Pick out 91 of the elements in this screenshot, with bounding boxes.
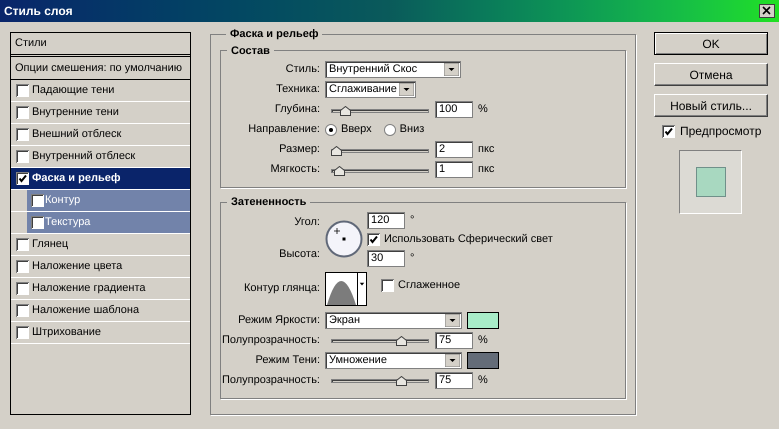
close-icon[interactable] — [759, 4, 775, 18]
field-label: Полупрозрачность: — [221, 372, 321, 388]
dropdown[interactable]: Внутренний Скос — [325, 61, 461, 78]
dropdown-arrow-icon[interactable] — [445, 314, 460, 326]
input-field[interactable]: 75 — [435, 372, 473, 388]
checkbox-label[interactable]: Сглаженное — [398, 277, 460, 294]
input-field[interactable]: 1 — [435, 161, 473, 178]
unit-label: пкс — [478, 142, 494, 158]
slider-thumb[interactable] — [340, 106, 351, 116]
list-item[interactable]: Штрихование — [11, 322, 190, 344]
group-title: Фаска и рельеф — [229, 27, 320, 42]
input-field[interactable]: 120 — [367, 212, 405, 228]
slider[interactable] — [331, 373, 429, 387]
checkbox[interactable] — [16, 304, 29, 317]
checkbox[interactable] — [16, 282, 29, 295]
field-label: Размер: — [278, 142, 321, 158]
field-label: Направление: — [247, 122, 321, 138]
checkbox[interactable] — [16, 172, 29, 185]
list-item[interactable]: Наложение градиента — [11, 278, 190, 300]
slider-thumb[interactable] — [331, 146, 342, 156]
field-label: Режим Яркости: — [237, 312, 321, 328]
field-label: Высота: — [278, 247, 321, 262]
slider-thumb[interactable] — [396, 336, 408, 346]
checkbox[interactable] — [367, 233, 380, 246]
field-label: Угол: — [293, 214, 321, 230]
dialog-button[interactable]: OK — [654, 32, 768, 55]
list-item[interactable]: Наложение шаблона — [11, 300, 190, 322]
input-field[interactable]: 30 — [367, 250, 405, 266]
dialog-button[interactable]: Отмена — [654, 63, 768, 86]
unit-label: ° — [410, 212, 414, 228]
checkbox[interactable] — [31, 194, 44, 207]
radio-button[interactable] — [384, 124, 396, 136]
dropdown-arrow-icon[interactable] — [445, 354, 460, 366]
field-label: Глубина: — [274, 102, 321, 118]
list-item[interactable]: Контур — [27, 190, 190, 211]
checkbox[interactable] — [662, 124, 675, 138]
section-title: Затененность — [230, 195, 308, 210]
field-label: Техника: — [275, 82, 321, 98]
contour-picker[interactable] — [325, 272, 367, 306]
list-item[interactable]: Падающие тени — [11, 80, 190, 102]
checkbox-label[interactable]: Предпросмотр — [680, 122, 762, 140]
checkbox[interactable] — [16, 238, 29, 251]
checkbox[interactable] — [16, 260, 29, 273]
list-header: Стили — [11, 33, 190, 57]
checkbox[interactable] — [31, 216, 44, 229]
window-title: Стиль слоя — [4, 3, 73, 20]
color-swatch[interactable] — [467, 352, 499, 368]
checkbox[interactable] — [16, 106, 29, 119]
field-label: Стиль: — [284, 62, 321, 78]
checkbox[interactable] — [16, 150, 29, 163]
color-swatch[interactable] — [467, 312, 499, 328]
checkbox[interactable] — [16, 326, 29, 339]
section-title: Состав — [230, 44, 271, 58]
checkbox-label[interactable]: Использовать Сферический свет — [384, 231, 553, 248]
slider-thumb[interactable] — [396, 376, 408, 386]
dropdown[interactable]: Экран — [325, 312, 462, 328]
unit-label: ° — [410, 250, 414, 266]
unit-label: % — [478, 372, 488, 388]
field-label: Полупрозрачность: — [221, 332, 321, 348]
radio-button[interactable] — [325, 124, 337, 136]
checkbox[interactable] — [381, 279, 394, 292]
field-label: Режим Тени: — [254, 352, 321, 368]
dialog-button[interactable]: Новый стиль... — [654, 94, 768, 117]
field-label: Контур глянца: — [242, 281, 321, 296]
list-item[interactable]: Опции смешения: по умолчанию — [11, 57, 190, 80]
angle-dial[interactable] — [325, 220, 363, 258]
input-field[interactable]: 2 — [435, 141, 473, 158]
dropdown-arrow-icon[interactable] — [444, 63, 459, 76]
list-item[interactable]: Наложение цвета — [11, 256, 190, 278]
field-label: Мягкость: — [269, 162, 321, 178]
dropdown-arrow-icon[interactable] — [357, 272, 366, 304]
radio-label[interactable]: Вверх — [341, 121, 372, 138]
checkbox[interactable] — [16, 128, 29, 141]
radio-label[interactable]: Вниз — [400, 121, 424, 138]
dropdown[interactable]: Сглаживание — [325, 81, 416, 98]
list-item[interactable]: Глянец — [11, 234, 190, 256]
slider[interactable] — [331, 333, 429, 347]
preview-swatch — [696, 167, 726, 197]
dropdown-arrow-icon[interactable] — [399, 83, 414, 96]
unit-label: % — [478, 332, 488, 348]
list-item[interactable]: Внешний отблеск — [11, 124, 190, 146]
list-item[interactable]: Текстура — [27, 212, 190, 233]
input-field[interactable]: 100 — [435, 101, 473, 118]
list-item[interactable]: Внутренние тени — [11, 102, 190, 124]
slider-thumb[interactable] — [334, 166, 346, 176]
checkbox[interactable] — [16, 84, 29, 97]
dropdown[interactable]: Умножение — [325, 352, 462, 368]
list-item[interactable]: Фаска и рельеф — [11, 168, 190, 190]
unit-label: пкс — [478, 162, 494, 178]
input-field[interactable]: 75 — [435, 332, 473, 348]
unit-label: % — [478, 102, 488, 118]
